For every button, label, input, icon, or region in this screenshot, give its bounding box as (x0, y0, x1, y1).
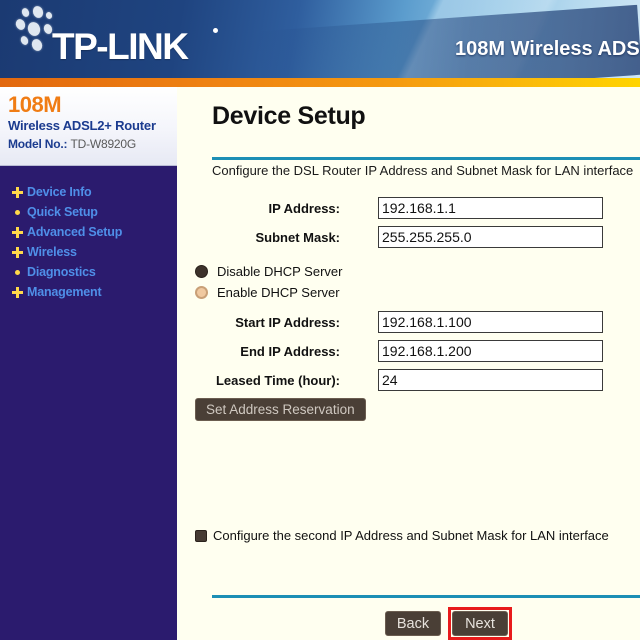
radio-unselected-icon (195, 286, 208, 299)
model-number-label: Model No.: (8, 137, 68, 151)
leased-time-label: Leased Time (hour): (215, 373, 340, 388)
model-number-row: Model No.: TD-W8920G (8, 135, 177, 153)
plus-icon (12, 286, 23, 298)
dot-icon (12, 267, 23, 278)
sidebar-item-label: Advanced Setup (27, 225, 123, 239)
end-ip-address-input[interactable] (378, 340, 603, 362)
sidebar-item-wireless[interactable]: Wireless (0, 242, 177, 262)
registered-mark-icon (213, 28, 218, 33)
subnet-mask-input[interactable] (378, 226, 603, 248)
radio-disable-dhcp-server[interactable]: Disable DHCP Server (177, 261, 640, 282)
sidebar-item-device-info[interactable]: Device Info (0, 182, 177, 202)
radio-label: Disable DHCP Server (217, 264, 343, 279)
dot-icon (12, 207, 23, 218)
sidebar-item-label: Management (27, 285, 102, 299)
sidebar-item-label: Quick Setup (27, 205, 98, 219)
header-divider-bar (0, 78, 640, 87)
spacer-row (177, 428, 640, 528)
field-row-ip-address: IP Address: (177, 197, 640, 226)
device-setup-form: IP Address: Subnet Mask: Disable DHCP Se… (177, 197, 640, 552)
plus-icon (12, 226, 23, 238)
checkbox-label: Configure the second IP Address and Subn… (213, 528, 609, 543)
sidebar-item-management[interactable]: Management (0, 282, 177, 302)
footer-buttons: Back Next (177, 607, 640, 640)
sidebar-item-label: Diagnostics (27, 265, 96, 279)
page-description: Configure the DSL Router IP Address and … (212, 163, 634, 178)
start-ip-address-input[interactable] (378, 311, 603, 333)
page-title: Device Setup (212, 102, 366, 130)
plus-icon (12, 186, 23, 198)
sidebar-nav: Device Info Quick Setup Advanced Setup W… (0, 182, 177, 302)
sidebar-item-advanced-setup[interactable]: Advanced Setup (0, 222, 177, 242)
field-row-start-ip-address: Start IP Address: (177, 311, 640, 340)
model-type-label: Wireless ADSL2+ Router (8, 118, 156, 133)
back-button[interactable]: Back (385, 611, 441, 636)
sidebar-item-quick-setup[interactable]: Quick Setup (0, 202, 177, 222)
brand-logo-text: TP-LINK (52, 26, 189, 67)
checkbox-icon (195, 529, 207, 542)
sidebar-item-diagnostics[interactable]: Diagnostics (0, 262, 177, 282)
next-button[interactable]: Next (452, 611, 508, 636)
next-button-highlight: Next (448, 607, 512, 640)
ip-address-label: IP Address: (268, 201, 340, 216)
subnet-mask-label: Subnet Mask: (255, 230, 340, 245)
field-row-subnet-mask: Subnet Mask: (177, 226, 640, 255)
radio-label: Enable DHCP Server (217, 285, 340, 300)
second-ip-checkbox-row: Configure the second IP Address and Subn… (177, 528, 640, 552)
ip-address-input[interactable] (378, 197, 603, 219)
field-row-leased-time: Leased Time (hour): (177, 369, 640, 398)
sidebar: 108M Wireless ADSL2+ Router Model No.: T… (0, 87, 177, 640)
end-ip-address-label: End IP Address: (240, 344, 340, 359)
footer-divider (212, 595, 640, 598)
model-speed-label: 108M (8, 92, 62, 117)
leased-time-input[interactable] (378, 369, 603, 391)
main-content: Device Setup Configure the DSL Router IP… (177, 87, 640, 640)
title-divider (212, 157, 640, 160)
model-info-box: 108M Wireless ADSL2+ Router Model No.: T… (0, 87, 177, 166)
radio-enable-dhcp-server[interactable]: Enable DHCP Server (177, 282, 640, 303)
page-header: TP-LINK 108M Wireless ADSL (0, 0, 640, 78)
field-row-end-ip-address: End IP Address: (177, 340, 640, 369)
start-ip-address-label: Start IP Address: (235, 315, 340, 330)
configure-second-ip-checkbox[interactable]: Configure the second IP Address and Subn… (195, 528, 609, 543)
plus-icon (12, 246, 23, 258)
reserve-button-row: Set Address Reservation (177, 398, 640, 428)
banner-product-title: 108M Wireless ADSL (455, 38, 640, 60)
router-admin-page: TP-LINK 108M Wireless ADSL 108M Wireless… (0, 0, 640, 640)
model-number-value: TD-W8920G (70, 137, 137, 151)
radio-selected-icon (195, 265, 208, 278)
set-address-reservation-button[interactable]: Set Address Reservation (195, 398, 366, 421)
sidebar-item-label: Device Info (27, 185, 92, 199)
sidebar-item-label: Wireless (27, 245, 77, 259)
